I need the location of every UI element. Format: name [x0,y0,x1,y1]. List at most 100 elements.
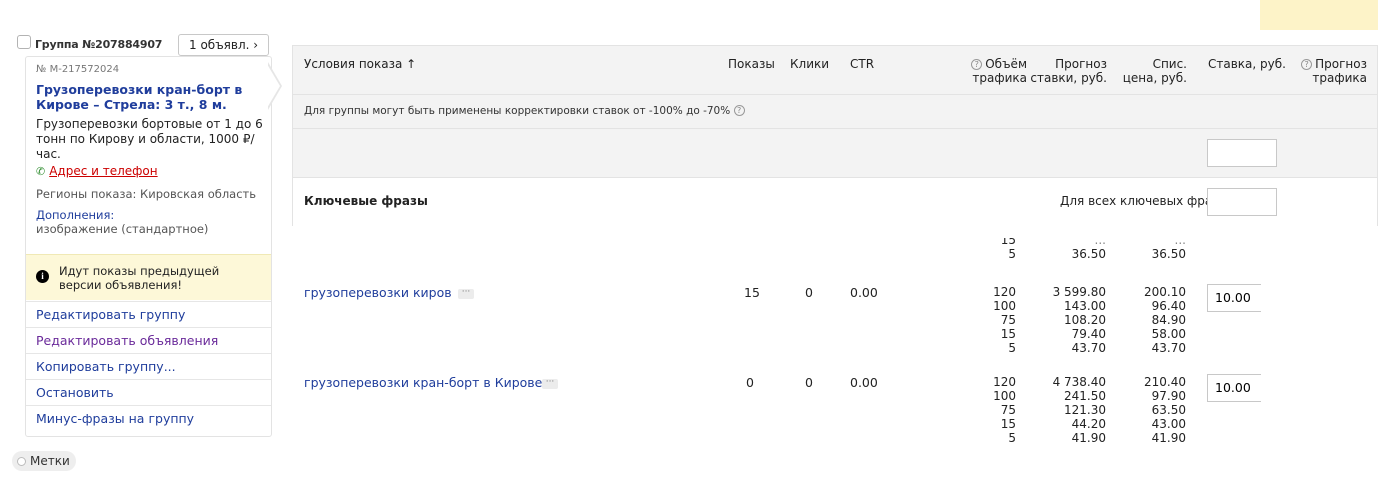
price-value: 58.00 [1151,327,1186,341]
ad-title[interactable]: Грузоперевозки кран-борт в Кирове – Стре… [36,82,261,112]
impressions-value: 15 [744,285,760,300]
header-bid-forecast-l1: Прогноз [1055,57,1107,71]
partial-prices: ... 36.50 [1106,238,1186,264]
edit-group-link[interactable]: Редактировать группу [26,301,271,327]
header-charged-price: Спис. цена, руб. [1103,57,1187,85]
help-icon[interactable]: ? [1301,59,1313,70]
edit-ads-link[interactable]: Редактировать объявления [26,327,271,353]
ad-text: Грузоперевозки бортовые от 1 до 6 тонн п… [36,117,263,161]
stop-link[interactable]: Остановить [26,379,271,405]
price-value: ... [1174,238,1186,247]
volume-value: 15 [1000,238,1016,247]
negative-keywords-link[interactable]: Минус-фразы на группу [26,405,271,431]
volume-value: 75 [1000,403,1016,417]
all-keywords-bid-input[interactable] [1207,188,1277,216]
copy-group-link[interactable]: Копировать группу... [26,353,271,379]
price-value: 41.90 [1151,431,1186,445]
partial-volumes: 15 5 [976,238,1016,264]
volume-value: 5 [1008,341,1016,355]
ad-contact: ✆ Адрес и телефон [36,164,158,178]
notice-text: Идут показы предыдущей версии объявления… [59,264,220,292]
header-ctr[interactable]: CTR [850,57,874,71]
forecast-value: 108.20 [1064,313,1106,327]
group-checkbox[interactable] [17,35,31,49]
volume-value: 75 [1000,313,1016,327]
header-conditions[interactable]: Условия показа ↑ [304,57,416,71]
volume-value: 120 [993,285,1016,299]
bid-forecasts: 3 599.80 143.00 108.20 79.40 43.70 [1026,285,1106,355]
forecast-value: 79.40 [1071,327,1106,341]
header-traffic-volume-l2: трафика [972,71,1027,85]
phone-icon: ✆ [36,165,46,178]
contact-link[interactable]: Адрес и телефон [49,164,157,178]
header-forecast: ? Прогноз трафика [1283,57,1367,85]
header-bid-forecast: Прогноз ставки, руб. [1023,57,1107,85]
header-bid[interactable]: Ставка, руб. [1208,57,1286,71]
volume-value: 120 [993,375,1016,389]
price-value: 63.50 [1151,403,1186,417]
partial-forecasts: ... 36.50 [1026,238,1106,264]
keywords-title: Ключевые фразы [304,194,428,208]
price-value: 84.90 [1151,313,1186,327]
price-value: 43.70 [1151,341,1186,355]
keyword-bid-input[interactable]: 10.00 [1207,374,1261,402]
price-value: 200.10 [1144,285,1186,299]
header-charged-price-l2: цена, руб. [1122,71,1187,85]
group-bid-input[interactable] [1207,139,1277,167]
volume-value: 5 [1008,247,1016,261]
bid-adjustment-note: Для группы могут быть применены корректи… [304,105,748,117]
all-keywords-label: Для всех ключевых фраз: [1060,194,1223,208]
card-pointer-inner [267,64,280,108]
header-forecast-l1: Прогноз [1315,57,1367,71]
conditions-table: Условия показа ↑ Показы Клики CTR ? Объём… [292,45,1378,450]
price-value: 36.50 [1151,247,1186,261]
info-icon: i [36,270,49,283]
bid-forecasts: 4 738.40 241.50 121.30 44.20 41.90 [1026,375,1106,445]
header-impressions[interactable]: Показы [728,57,775,71]
ad-number: № М-217572024 [36,64,120,75]
forecast-value: 43.70 [1071,341,1106,355]
ad-extras-label: Дополнения: [36,208,115,222]
keyword-phrase-link[interactable]: грузоперевозки кран-борт в Кирове [304,375,542,390]
price-value: 96.40 [1151,299,1186,313]
volume-value: 15 [1000,327,1016,341]
bid-adjustment-text: Для группы могут быть применены корректи… [304,105,731,117]
ad-extras-value: изображение (стандартное) [36,222,209,236]
help-icon[interactable]: ? [733,105,745,116]
ads-count-button[interactable]: 1 объявл. › [178,34,270,56]
forecast-value: 143.00 [1064,299,1106,313]
forecast-value: ... [1094,238,1106,247]
forecast-value: 36.50 [1071,247,1106,261]
forecast-value: 241.50 [1064,389,1106,403]
forecast-value: 41.90 [1071,431,1106,445]
impressions-value: 0 [746,375,754,390]
header-clicks[interactable]: Клики [790,57,829,71]
tags-button[interactable]: Метки [12,451,76,471]
forecast-value: 121.30 [1064,403,1106,417]
clicks-value: 0 [805,285,813,300]
keyword-phrase-link[interactable]: грузоперевозки киров [304,285,452,300]
volume-value: 100 [993,299,1016,313]
traffic-volumes: 120 100 75 15 5 [976,285,1016,355]
header-traffic-volume: ? Объём трафика [943,57,1027,85]
help-icon[interactable]: ? [971,59,983,70]
volume-value: 100 [993,389,1016,403]
price-value: 97.90 [1151,389,1186,403]
ad-regions: Регионы показа: Кировская область [36,187,257,201]
keywords-header-row: Ключевые фразы Для всех ключевых фраз: [292,178,1378,226]
more-options-icon[interactable]: ··· [458,288,474,299]
ads-count-label: 1 объявл. [189,38,250,52]
keyword-bid-input[interactable]: 10.00 [1207,284,1261,312]
group-title: Группа №207884907 [35,38,163,51]
traffic-volumes: 120 100 75 15 5 [976,375,1016,445]
volume-value: 5 [1008,431,1016,445]
ctr-value: 0.00 [850,285,878,300]
table-header: Условия показа ↑ Показы Клики CTR ? Объём… [292,45,1378,95]
header-traffic-volume-l1: Объём [985,57,1027,71]
forecast-value: 44.20 [1071,417,1106,431]
more-options-icon[interactable]: ··· [542,378,558,389]
price-value: 43.00 [1151,417,1186,431]
clicks-value: 0 [805,375,813,390]
header-charged-price-l1: Спис. [1152,57,1187,71]
volume-value: 15 [1000,417,1016,431]
